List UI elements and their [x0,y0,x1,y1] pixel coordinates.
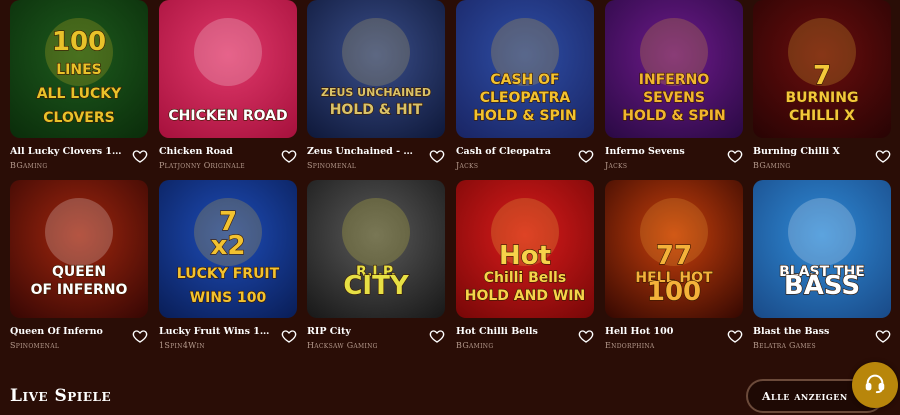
game-artwork-text: 100 [647,277,701,307]
game-title[interactable]: Hot Chilli Bells [456,326,538,337]
game-artwork-text: Hot [499,241,551,271]
headset-icon [864,372,886,398]
game-thumbnail[interactable]: R.I.P. CITY [307,180,445,318]
game-card-hot-chilli-bells[interactable]: Hot Chilli Bells HOLD AND WIN Hot Chilli Be… [456,180,594,358]
game-title[interactable]: Hell Hot 100 [605,326,673,337]
heart-outline-icon[interactable] [429,328,445,344]
game-thumbnail[interactable]: CASH OF CLEOPATRA HOLD & SPIN [456,0,594,138]
game-thumbnail[interactable]: 77 HELL HOT 100 [605,180,743,318]
show-all-label: Alle anzeigen [762,389,848,403]
game-provider: Endorphina [605,341,655,350]
game-thumbnail[interactable]: QUEEN OF INFERNO [10,180,148,318]
game-artwork-text: ZEUS UNCHAINED [321,86,431,99]
game-artwork-text: 77 [656,241,692,271]
game-title[interactable]: Cash of Cleopatra [456,146,551,157]
game-thumbnail[interactable]: INFERNO SEVENS HOLD & SPIN [605,0,743,138]
game-title[interactable]: All Lucky Clovers 100 [10,146,122,157]
game-artwork-text: HOLD & SPIN [622,108,725,124]
game-artwork-text: BASS [784,271,860,301]
game-card-hell-hot-100[interactable]: 77 HELL HOT 100 Hell Hot 100 Endorphina [605,180,743,358]
game-provider: Jacks [605,161,628,170]
game-title[interactable]: Burning Chilli X [753,146,840,157]
game-provider: Belatra Games [753,341,816,350]
game-card-burning-chilli-x[interactable]: 7 BURNING CHILLI X Burning Chilli X BGaming [753,0,891,178]
game-artwork-text: CITY [343,271,409,301]
game-provider: 1Spin4Win [159,341,205,350]
game-card-queen-of-inferno[interactable]: QUEEN OF INFERNO Queen Of Inferno Spinomena… [10,180,148,358]
heart-outline-icon[interactable] [132,328,148,344]
game-artwork-text: CASH OF [490,72,559,88]
heart-outline-icon[interactable] [875,148,891,164]
game-artwork-text: CLEOPATRA [480,90,571,106]
game-artwork-text: BURNING [786,90,859,106]
game-provider: Hacksaw Gaming [307,341,378,350]
heart-outline-icon[interactable] [281,328,297,344]
game-artwork-text: CHILLI X [789,108,855,124]
game-title[interactable]: Lucky Fruit Wins 100 [159,326,271,337]
heart-outline-icon[interactable] [727,328,743,344]
game-title[interactable]: Blast the Bass [753,326,829,337]
game-artwork-text: SEVENS [643,90,705,106]
game-artwork-emblem [342,18,410,86]
game-provider: BGaming [456,341,494,350]
game-thumbnail[interactable]: 7 x2 LUCKY FRUIT WINS 100 [159,180,297,318]
game-artwork-text: LINES [56,62,102,78]
game-card-zeus-unchained-hold[interactable]: ZEUS UNCHAINED HOLD & HIT Zeus Unchained -… [307,0,445,178]
game-artwork-text: HOLD & HIT [330,102,423,118]
game-thumbnail[interactable]: 100 LINES ALL LUCKY CLOVERS [10,0,148,138]
game-thumbnail[interactable]: CHICKEN ROAD [159,0,297,138]
game-artwork-text: HOLD & SPIN [473,108,576,124]
game-card-cash-of-cleopatra[interactable]: CASH OF CLEOPATRA HOLD & SPIN Cash of Cleop… [456,0,594,178]
game-artwork-text: CLOVERS [43,110,114,126]
game-card-all-lucky-clovers-100[interactable]: 100 LINES ALL LUCKY CLOVERS All Lucky Clover… [10,0,148,178]
game-artwork-text: LUCKY FRUIT [177,266,280,282]
game-provider: BGaming [753,161,791,170]
heart-outline-icon[interactable] [875,328,891,344]
game-thumbnail[interactable]: ZEUS UNCHAINED HOLD & HIT [307,0,445,138]
game-provider: Platjonny Originale [159,161,245,170]
game-artwork-emblem [788,198,856,266]
game-title[interactable]: Inferno Sevens [605,146,685,157]
support-chat-button[interactable] [852,362,898,408]
game-card-lucky-fruit-wins-100[interactable]: 7 x2 LUCKY FRUIT WINS 100 Lucky Fruit Wins 1… [159,180,297,358]
game-artwork-text: Chilli Bells [484,270,566,286]
game-artwork-text: QUEEN [52,264,106,280]
game-artwork-text: OF INFERNO [31,282,128,298]
game-artwork-text: 7 [813,61,831,91]
game-provider: BGaming [10,161,48,170]
game-artwork-text: ALL LUCKY [37,86,122,102]
game-artwork-text: WINS 100 [190,290,267,306]
game-card-rip-city[interactable]: R.I.P. CITY RIP City Hacksaw Gaming [307,180,445,358]
heart-outline-icon[interactable] [429,148,445,164]
game-title[interactable]: Queen Of Inferno [10,326,103,337]
game-thumbnail[interactable]: BLAST THE BASS [753,180,891,318]
game-artwork-text: INFERNO [639,72,710,88]
heart-outline-icon[interactable] [281,148,297,164]
heart-outline-icon[interactable] [578,328,594,344]
heart-outline-icon[interactable] [578,148,594,164]
game-thumbnail[interactable]: 7 BURNING CHILLI X [753,0,891,138]
heart-outline-icon[interactable] [132,148,148,164]
game-card-chicken-road[interactable]: CHICKEN ROAD Chicken Road Platjonny Origin… [159,0,297,178]
game-thumbnail[interactable]: Hot Chilli Bells HOLD AND WIN [456,180,594,318]
game-provider: Spinomenal [307,161,357,170]
heart-outline-icon[interactable] [727,148,743,164]
game-provider: Jacks [456,161,479,170]
game-artwork-text: HOLD AND WIN [465,288,585,304]
game-title[interactable]: Chicken Road [159,146,233,157]
game-artwork-emblem [194,18,262,86]
game-title[interactable]: RIP City [307,326,351,337]
game-card-blast-the-bass[interactable]: BLAST THE BASS Blast the Bass Belatra Games [753,180,891,358]
game-artwork-text: CHICKEN ROAD [168,108,287,124]
game-artwork-text: 100 [52,27,106,57]
game-card-inferno-sevens[interactable]: INFERNO SEVENS HOLD & SPIN Inferno Sevens Ja… [605,0,743,178]
game-artwork-emblem [45,198,113,266]
section-title-live-games: Live Spiele [10,386,112,406]
game-artwork-text: x2 [211,231,246,261]
game-provider: Spinomenal [10,341,60,350]
game-artwork-emblem [342,198,410,266]
game-title[interactable]: Zeus Unchained - Hold ... [307,146,419,157]
